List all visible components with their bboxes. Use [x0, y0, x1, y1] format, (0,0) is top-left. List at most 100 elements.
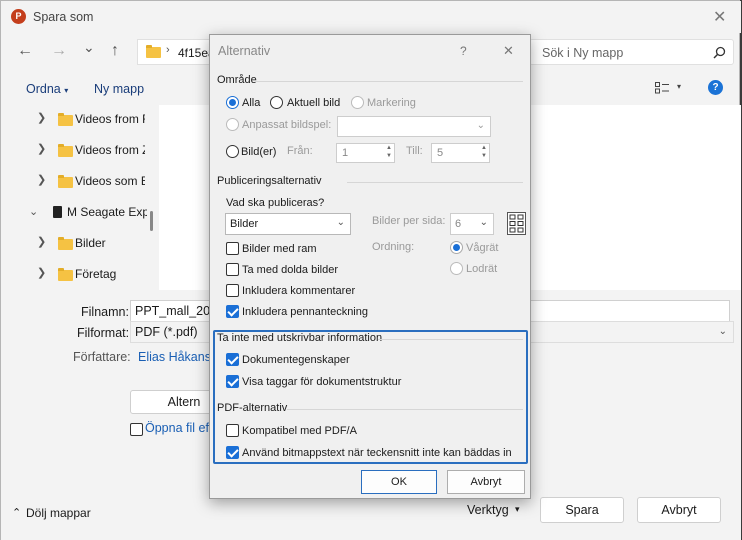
format-chevron-icon: ⌄	[718, 326, 727, 337]
tree-item-label: Företag	[75, 267, 117, 281]
tree-item[interactable]: ❯ Bilder	[1, 229, 151, 259]
tools-button[interactable]: Verktyg	[467, 503, 509, 517]
author-value[interactable]: Elias Håkansso	[138, 350, 213, 364]
powerpoint-icon: P	[11, 9, 26, 24]
options-button[interactable]: Altern	[130, 390, 220, 414]
what-select[interactable]: Bilder ⌄	[225, 213, 351, 235]
dialog-close-button[interactable]: ✕	[503, 43, 514, 59]
hide-folders-button[interactable]: Dölj mappar	[26, 506, 91, 520]
close-window-button[interactable]: ✕	[713, 7, 726, 27]
tree-item-label: Videos from Z	[75, 143, 145, 157]
order-horizontal-radio[interactable]	[450, 241, 463, 254]
range-slides-radio[interactable]	[226, 145, 239, 158]
per-page-label: Bilder per sida:	[372, 215, 446, 227]
recent-locations-chevron-icon[interactable]: ⌄	[83, 39, 95, 56]
range-current-radio[interactable]	[270, 96, 283, 109]
pdfa-label: Kompatibel med PDF/A	[242, 425, 357, 437]
tree-item[interactable]: ❯ Företag	[1, 260, 151, 290]
dialog-help-button[interactable]: ?	[460, 44, 467, 58]
publish-group-label: Publiceringsalternativ	[217, 175, 322, 187]
options-button-label: Altern	[167, 395, 201, 409]
bitmap-text-checkbox[interactable]	[226, 446, 239, 459]
folder-icon	[58, 113, 73, 126]
range-custom-radio[interactable]	[226, 118, 239, 131]
per-page-chevron-icon: ⌄	[479, 217, 488, 228]
tools-chevron-icon[interactable]: ▾	[515, 504, 520, 515]
nav-pane-scrollbar[interactable]	[150, 211, 153, 231]
tree-item-label: Bilder	[75, 236, 106, 250]
to-spinner[interactable]: 5 ▲ ▼	[431, 143, 490, 163]
range-all-radio[interactable]	[226, 96, 239, 109]
comments-label: Inkludera kommentarer	[242, 285, 356, 297]
from-value: 1	[342, 147, 349, 159]
window-title: Spara som	[33, 10, 94, 24]
group-divider	[347, 182, 523, 183]
new-folder-button[interactable]: Ny mapp	[94, 82, 144, 96]
search-placeholder: Sök i Ny mapp	[542, 46, 624, 60]
tree-item[interactable]: ⌄ M Seagate Exp	[1, 198, 151, 228]
organize-label: Ordna	[26, 82, 61, 96]
struct-tags-checkbox[interactable]	[226, 375, 239, 388]
ink-checkbox[interactable]	[226, 305, 239, 318]
breadcrumb-chevron-icon: ›	[166, 44, 170, 56]
range-selection-radio[interactable]	[351, 96, 364, 109]
order-horizontal-label: Vågrät	[466, 242, 499, 254]
author-label: Författare:	[73, 350, 131, 364]
doc-props-checkbox[interactable]	[226, 353, 239, 366]
spin-up-icon[interactable]: ▲	[386, 145, 392, 151]
collapse-chevron-icon[interactable]: ⌄	[29, 205, 38, 218]
forward-arrow-icon[interactable]: →	[51, 42, 67, 60]
frame-checkbox[interactable]	[226, 242, 239, 255]
up-arrow-icon[interactable]: ↑	[111, 42, 119, 60]
per-page-value: 6	[455, 218, 462, 230]
tree-item[interactable]: ❯ Videos from Z	[1, 136, 151, 166]
open-after-checkbox[interactable]	[130, 423, 143, 436]
tree-item[interactable]: ❯ Videos from F	[1, 105, 151, 135]
tree-item-label: Videos from F	[75, 112, 145, 126]
spin-down-icon[interactable]: ▼	[481, 153, 487, 159]
save-button[interactable]: Spara	[540, 497, 624, 523]
tree-item[interactable]: ❯ Videos som B	[1, 167, 151, 197]
hide-folders-chevron-icon[interactable]: ⌃	[12, 506, 21, 519]
expand-chevron-icon[interactable]: ❯	[37, 142, 46, 155]
range-selection-label: Markering	[367, 97, 416, 109]
expand-chevron-icon[interactable]: ❯	[37, 266, 46, 279]
order-vertical-radio[interactable]	[450, 262, 463, 275]
view-dropdown-chevron-icon[interactable]: ▾	[677, 82, 681, 91]
back-arrow-icon[interactable]: ←	[17, 42, 33, 60]
organize-chevron-icon: ▾	[64, 86, 69, 95]
from-spinner[interactable]: 1 ▲ ▼	[336, 143, 395, 163]
folder-icon	[58, 144, 73, 157]
spin-down-icon[interactable]: ▼	[386, 153, 392, 159]
expand-chevron-icon[interactable]: ❯	[37, 235, 46, 248]
folder-icon	[146, 45, 161, 58]
help-icon[interactable]: ?	[708, 80, 723, 95]
view-options-icon[interactable]	[655, 82, 669, 94]
custom-show-select[interactable]: ⌄	[337, 116, 491, 137]
dialog-ok-button[interactable]: OK	[361, 470, 437, 494]
range-current-label: Aktuell bild	[287, 97, 341, 109]
comments-checkbox[interactable]	[226, 284, 239, 297]
pdfa-checkbox[interactable]	[226, 424, 239, 437]
dialog-cancel-button[interactable]: Avbryt	[447, 470, 525, 494]
expand-chevron-icon[interactable]: ❯	[37, 111, 46, 124]
handout-layout-preview-icon	[507, 212, 526, 235]
per-page-select[interactable]: 6 ⌄	[450, 213, 494, 235]
ink-label: Inkludera pennanteckning	[242, 306, 368, 318]
what-label: Vad ska publiceras?	[226, 197, 325, 209]
highlight-box	[213, 330, 528, 464]
frame-label: Bilder med ram	[242, 243, 317, 255]
tree-item-label: M Seagate Exp	[67, 205, 147, 219]
search-icon	[713, 46, 726, 59]
search-input[interactable]: Sök i Ny mapp	[529, 39, 734, 65]
custom-show-chevron-icon: ⌄	[476, 120, 485, 131]
expand-chevron-icon[interactable]: ❯	[37, 173, 46, 186]
spin-up-icon[interactable]: ▲	[481, 145, 487, 151]
hidden-slides-checkbox[interactable]	[226, 263, 239, 276]
open-after-label: Öppna fil efte	[145, 421, 215, 435]
tree-item-label: Videos som B	[75, 174, 145, 188]
folder-icon	[58, 268, 73, 281]
organize-button[interactable]: Ordna ▾	[26, 82, 68, 96]
folder-icon	[58, 237, 73, 250]
cancel-button[interactable]: Avbryt	[637, 497, 721, 523]
